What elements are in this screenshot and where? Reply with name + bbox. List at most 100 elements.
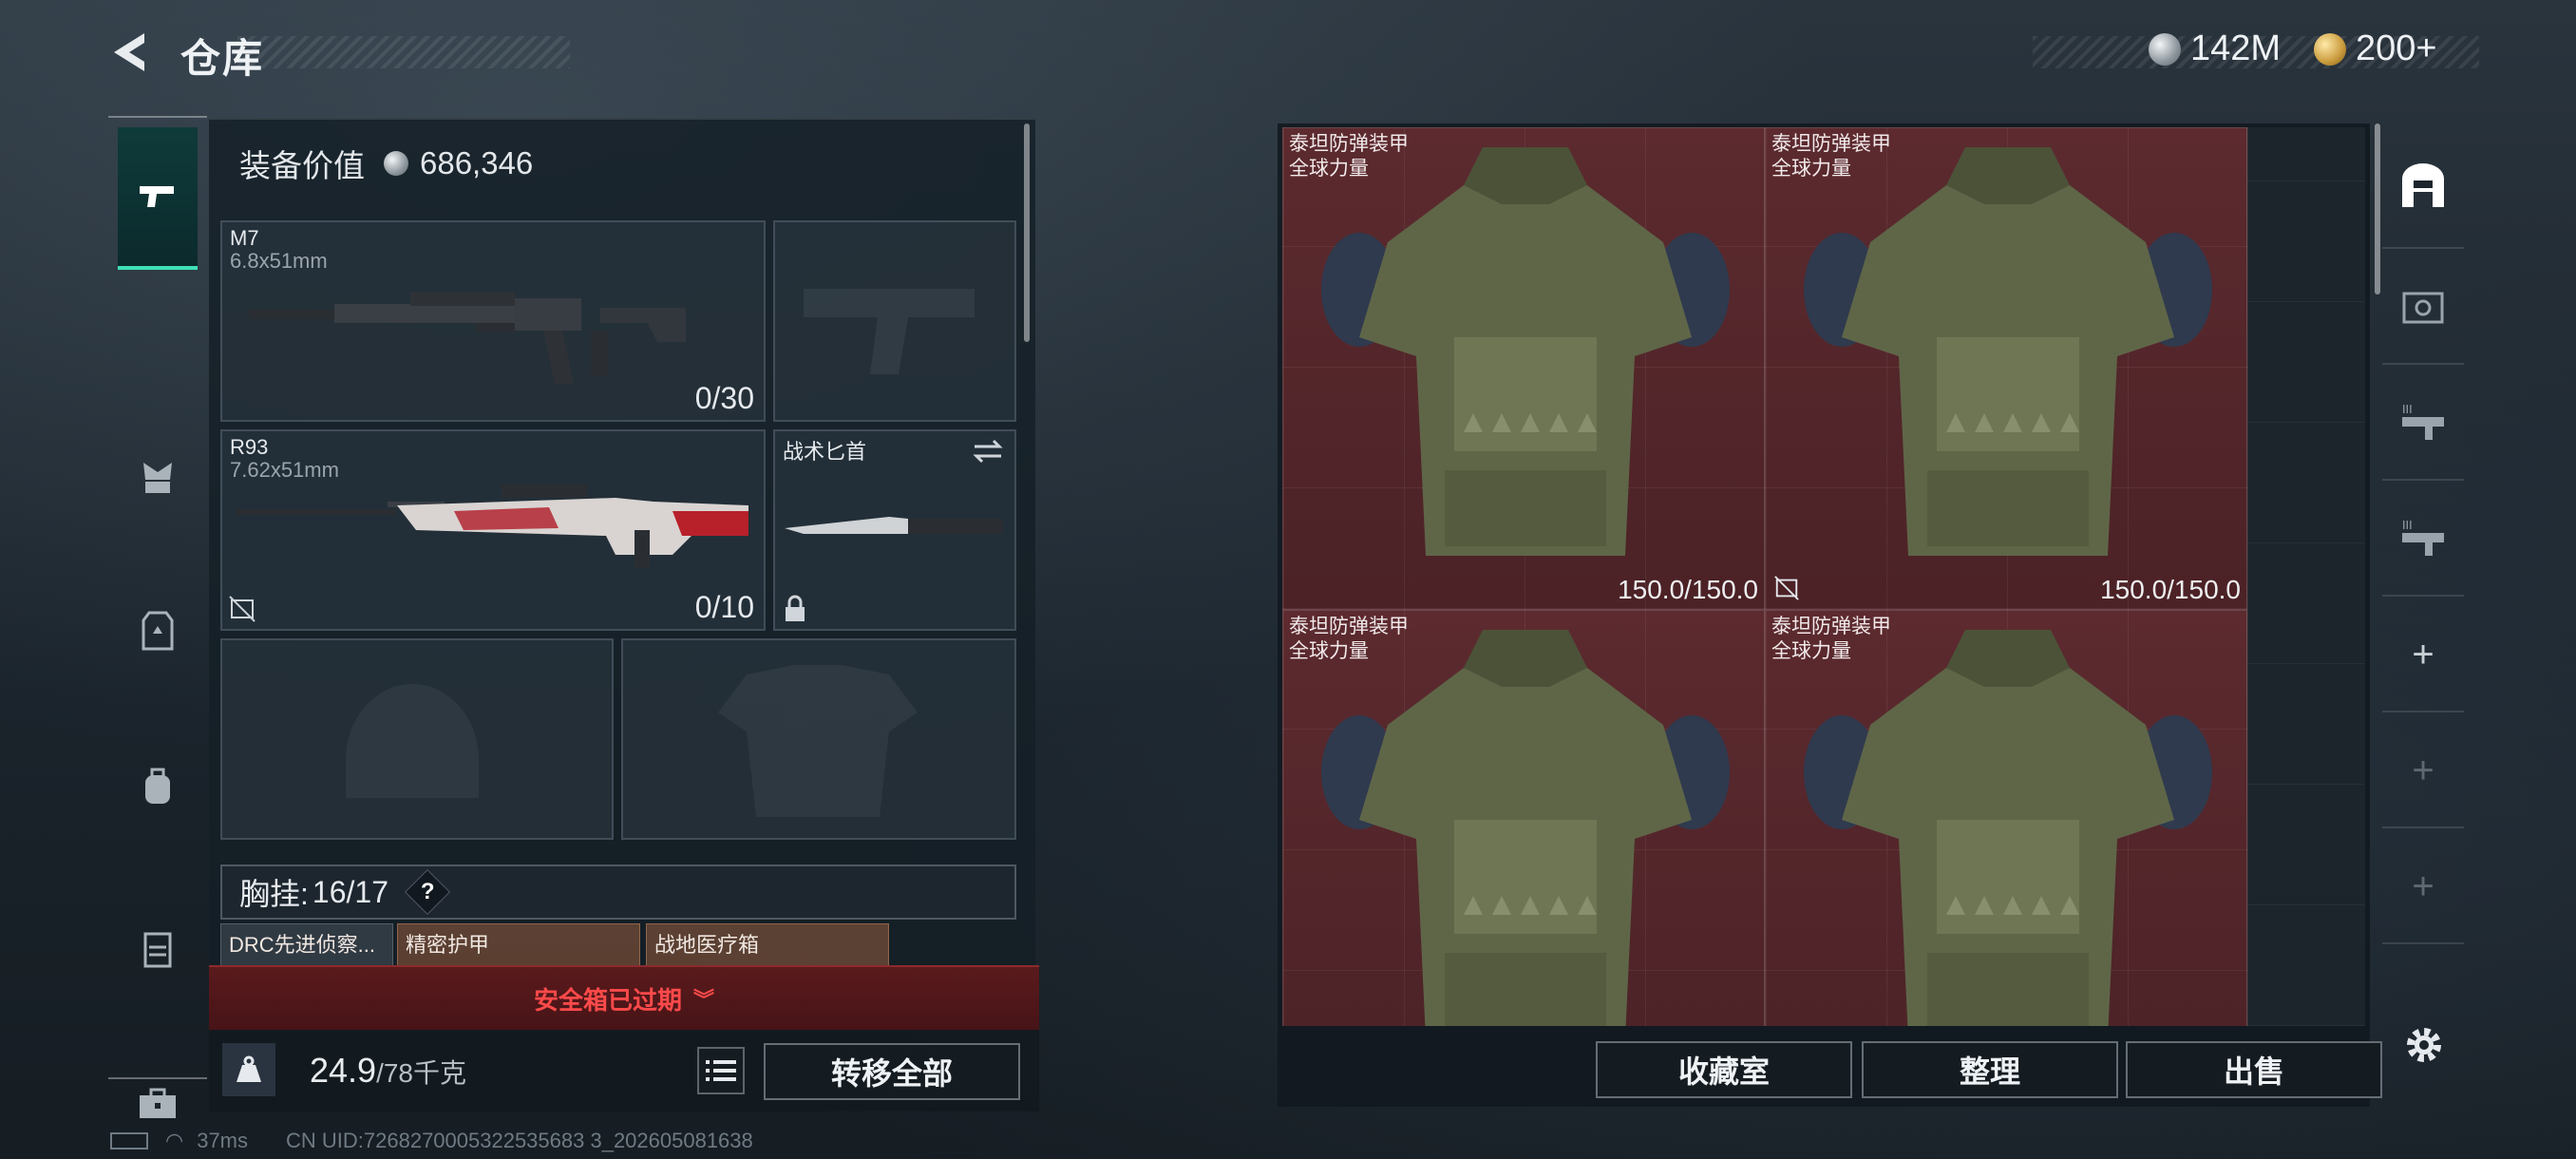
chest-rig-count: 16/17 xyxy=(312,874,388,909)
lock-icon xyxy=(786,595,805,621)
no-trade-icon xyxy=(1774,576,1799,600)
chest-rig-row[interactable]: 胸挂: 16/17 ? xyxy=(220,864,1016,920)
armor-icon xyxy=(142,611,174,651)
safe-box-expired-bar[interactable]: 安全箱已过期 ︾ xyxy=(209,965,1039,1030)
rail-item-weapons[interactable] xyxy=(118,127,198,270)
stash-tab-safe[interactable] xyxy=(2382,251,2464,365)
stash-tab-rail: III III + + + xyxy=(2382,124,2464,978)
pistol-silhouette-icon xyxy=(804,289,975,374)
weapon-ammo: 0/10 xyxy=(694,590,754,624)
rifle-image xyxy=(249,293,686,384)
equipment-value: 装备价值 686,346 xyxy=(239,141,533,186)
no-trade-icon xyxy=(229,596,256,622)
plus-icon: + xyxy=(2412,749,2434,791)
add-tab-button-locked[interactable]: + xyxy=(2382,714,2464,828)
armor-vest-image xyxy=(1321,147,1730,556)
armor-vest-image xyxy=(1321,630,1730,1026)
svg-text:III: III xyxy=(2402,519,2413,532)
back-arrow-icon[interactable] xyxy=(106,28,154,76)
chevron-down-icon: ︾ xyxy=(693,988,715,1012)
primary-weapon-slot[interactable]: M7 6.8x51mm 0/30 xyxy=(220,220,766,422)
melee-name: 战术匕首 xyxy=(783,440,867,464)
stash-grid: 泰坦防弹装甲 全球力量 150.0/150.0 泰坦防弹装甲 全球力量 150.… xyxy=(1282,127,2365,1026)
gold-amount: 200+ xyxy=(2356,28,2437,68)
chest-rig-icon xyxy=(143,932,172,968)
pistol-icon xyxy=(140,186,174,207)
stash-item[interactable]: 泰坦防弹装甲 全球力量 150.0/150.0 xyxy=(1282,127,1765,610)
stash-tab-4[interactable]: III xyxy=(2382,483,2464,597)
transfer-all-button[interactable]: 转移全部 xyxy=(764,1043,1020,1100)
stash-item[interactable]: 泰坦防弹装甲 全球力量 150.0/150.0 xyxy=(1765,127,2247,610)
rail-divider-bottom xyxy=(108,1077,207,1079)
helmet-slot[interactable] xyxy=(220,638,614,840)
list-view-button[interactable] xyxy=(697,1047,745,1094)
sell-button[interactable]: 出售 xyxy=(2126,1041,2382,1098)
title-decoration xyxy=(237,36,570,68)
weapon-name: R93 xyxy=(230,435,269,459)
weapon-name: M7 xyxy=(230,226,259,250)
silver-coin-icon xyxy=(2149,32,2181,66)
page-title: 仓库 xyxy=(180,36,265,81)
collection-room-button[interactable]: 收藏室 xyxy=(1596,1041,1852,1098)
weapon-ammo: 0/30 xyxy=(694,381,754,415)
ping-text: 37ms xyxy=(197,1129,248,1152)
stash-item[interactable]: 泰坦防弹装甲 全球力量 xyxy=(1282,610,1765,1026)
rig-item[interactable]: 精密护甲 xyxy=(397,923,640,969)
settings-gear-icon[interactable] xyxy=(2399,1020,2449,1070)
weight-readout: 24.9/78千克 xyxy=(310,1051,466,1091)
add-tab-button[interactable]: + xyxy=(2382,598,2464,712)
equipment-value-amount: 686,346 xyxy=(420,145,534,180)
weight-current: 24.9 xyxy=(310,1051,377,1090)
stash-tab-main[interactable] xyxy=(2382,125,2464,249)
currency-gold[interactable]: 200+ xyxy=(2314,28,2437,69)
armor-silhouette-icon xyxy=(718,665,918,817)
help-icon[interactable]: ? xyxy=(404,868,451,916)
weight-max: /78千克 xyxy=(376,1058,467,1088)
item-durability: 150.0/150.0 xyxy=(1618,575,1758,604)
add-tab-button-locked[interactable]: + xyxy=(2382,830,2464,944)
backpack-icon xyxy=(145,768,170,804)
helmet-silhouette-icon xyxy=(346,684,479,798)
body-armor-slot[interactable] xyxy=(621,638,1016,840)
stash-item[interactable]: 泰坦防弹装甲 全球力量 xyxy=(1765,610,2247,1026)
rig-item[interactable]: DRC先进侦察... xyxy=(220,923,393,969)
gold-coin-icon xyxy=(2314,32,2346,66)
wifi-icon: ◠ xyxy=(165,1129,184,1152)
silver-amount: 142M xyxy=(2190,28,2282,68)
rig-item[interactable]: 战地医疗箱 xyxy=(646,923,889,969)
item-durability: 150.0/150.0 xyxy=(2100,575,2241,604)
plus-icon: + xyxy=(2412,864,2434,907)
knife-image xyxy=(785,517,1003,534)
list-icon xyxy=(706,1060,736,1081)
rail-item-chest-rig[interactable] xyxy=(118,908,198,988)
currency-silver[interactable]: 142M xyxy=(2149,28,2281,69)
battery-icon xyxy=(110,1132,148,1150)
uid-text: CN UID:7268270005322535683 3_20260508163… xyxy=(286,1129,753,1152)
safe-box-icon xyxy=(2402,292,2444,324)
status-bar: ◠ 37ms CN UID:7268270005322535683 3_2026… xyxy=(110,1129,753,1153)
svg-text:III: III xyxy=(2402,403,2413,416)
rail-item-armor[interactable] xyxy=(118,591,198,671)
swap-icon[interactable] xyxy=(971,437,1005,466)
stash-scrollbar[interactable] xyxy=(2375,124,2380,294)
weapon-rack-icon: III xyxy=(2402,519,2444,556)
plus-icon: + xyxy=(2412,633,2434,675)
equipment-value-label: 装备价值 xyxy=(239,148,365,183)
silver-coin-icon xyxy=(384,151,408,176)
pistol-slot[interactable] xyxy=(773,220,1016,422)
weight-icon xyxy=(222,1043,275,1096)
equipment-scrollbar[interactable] xyxy=(1024,124,1030,342)
left-category-rail xyxy=(108,116,207,1118)
secondary-weapon-slot[interactable]: R93 7.62x51mm 0/10 xyxy=(220,429,766,631)
toolbox-icon xyxy=(140,1088,176,1118)
rail-item-helmet[interactable] xyxy=(118,437,198,517)
chest-rig-label: 胸挂: xyxy=(239,877,309,911)
safe-box-expired-text: 安全箱已过期 xyxy=(533,985,682,1015)
weapon-rack-icon: III xyxy=(2402,403,2444,440)
melee-slot[interactable]: 战术匕首 xyxy=(773,429,1016,631)
rail-item-backpack[interactable] xyxy=(118,748,198,827)
inventory-footer: 24.9/78千克 转移全部 xyxy=(209,1030,1039,1112)
organize-button[interactable]: 整理 xyxy=(1862,1041,2118,1098)
stash-tab-3[interactable]: III xyxy=(2382,367,2464,481)
armor-vest-image xyxy=(1804,630,2212,1026)
